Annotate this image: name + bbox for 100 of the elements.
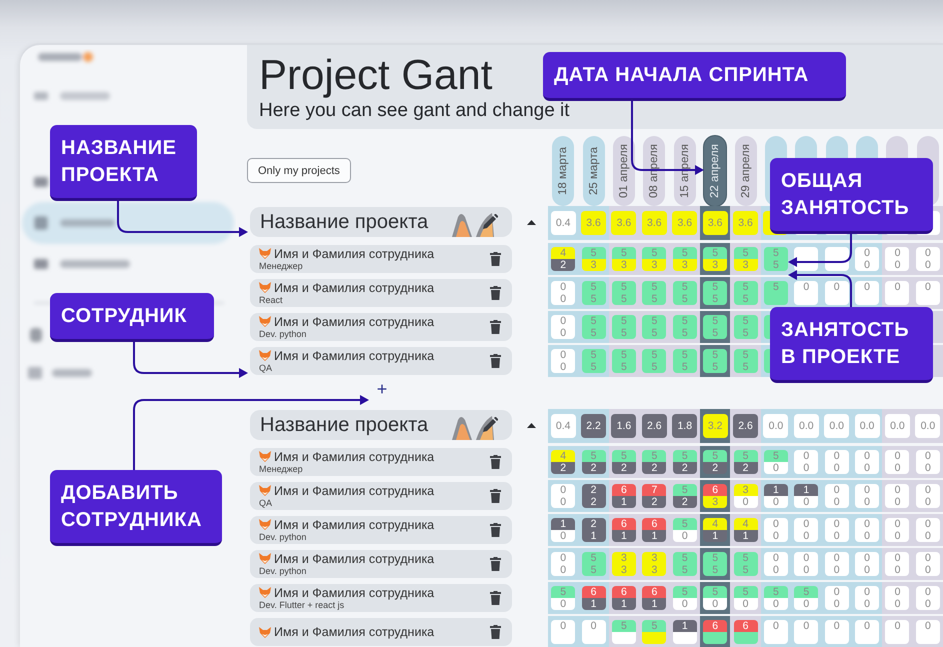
total-load-value: 0 [855, 552, 880, 564]
pencil-icon[interactable] [482, 214, 498, 230]
project-load-value: 5 [642, 361, 666, 373]
project-load-value: 0 [703, 598, 728, 610]
employee-role: Менеджер [259, 464, 304, 474]
total-load-value: 0 [794, 450, 818, 462]
fox-icon [259, 519, 271, 530]
employee-card[interactable]: Имя и Фамилия сотрудника Менеджер [250, 448, 512, 476]
project-load-value: 5 [734, 361, 758, 373]
project-load-value: 0 [824, 598, 849, 610]
trash-icon[interactable] [490, 354, 501, 368]
total-load-value: 5 [612, 247, 636, 259]
total-load-value: 0 [855, 586, 880, 598]
trash-icon[interactable] [490, 489, 501, 503]
pencil-icon[interactable] [482, 417, 498, 433]
total-load-value: 0 [855, 281, 880, 293]
trash-icon[interactable] [490, 286, 501, 300]
project-load-value: 0 [824, 564, 849, 576]
total-load-value: 6 [642, 518, 666, 530]
total-load-value: 1 [764, 484, 788, 496]
collapse-caret-icon[interactable] [527, 220, 536, 225]
total-load-cell: 3.6 [702, 211, 728, 235]
project-load-value: 0 [885, 530, 910, 542]
total-load-value: 5 [734, 247, 758, 259]
add-employee-button[interactable]: + [373, 379, 391, 399]
project-load-value: 0 [916, 564, 940, 576]
project-load-value: 5 [734, 564, 758, 576]
project-load-value: 2 [582, 462, 606, 474]
project-load-value: 0 [734, 598, 758, 610]
total-load-value: 4 [551, 247, 576, 259]
employee-role: QA [259, 498, 274, 508]
employee-card[interactable]: Имя и Фамилия сотрудника [250, 618, 512, 646]
project-load-value: 5 [734, 327, 758, 339]
total-load-value: 0 [855, 620, 880, 632]
fox-icon [259, 248, 271, 259]
date-header: 01 апреля [612, 136, 635, 206]
trash-icon[interactable] [490, 455, 501, 469]
project-load-value: 0 [551, 564, 576, 576]
employee-card[interactable]: Имя и Фамилия сотрудника Dev. python [250, 550, 512, 578]
total-load-value: 0 [885, 552, 910, 564]
employee-name: Имя и Фамилия сотрудника [274, 450, 434, 464]
employee-name: Имя и Фамилия сотрудника [274, 484, 434, 498]
project-name-card[interactable]: Название проекта [250, 410, 512, 440]
total-load-value: 2 [582, 484, 606, 496]
date-header: 29 апреля [734, 136, 757, 206]
trash-icon[interactable] [490, 252, 501, 266]
project-load-value: 0 [855, 530, 880, 542]
employee-card[interactable]: Имя и Фамилия сотрудника Dev. Flutter + react js [250, 584, 512, 612]
project-load-value: 5 [582, 564, 606, 576]
total-load-value: 6 [612, 518, 636, 530]
employee-card[interactable]: Имя и Фамилия сотрудника Менеджер [250, 245, 512, 273]
employee-card[interactable]: Имя и Фамилия сотрудника QA [250, 482, 512, 510]
employee-card[interactable]: Имя и Фамилия сотрудника Dev. python [250, 516, 512, 544]
total-load-value: 5 [612, 620, 636, 632]
employee-role: Менеджер [259, 260, 304, 272]
total-load-value: 7 [642, 484, 666, 496]
employee-name: Имя и Фамилия сотрудника [274, 280, 434, 294]
trash-icon[interactable] [490, 320, 501, 334]
date-header: 08 апреля [643, 136, 666, 206]
employee-card[interactable]: Имя и Фамилия сотрудника QA [250, 347, 512, 375]
employee-role: Dev. python [259, 328, 308, 340]
employee-card[interactable]: Имя и Фамилия сотрудника React [250, 279, 512, 307]
total-load-value: 6 [612, 484, 636, 496]
total-load-value: 6 [612, 586, 636, 598]
project-load-value: 0 [885, 496, 910, 508]
total-load-value: 1 [551, 518, 576, 530]
callout-label: СОТРУДНИК [50, 293, 214, 342]
employee-card[interactable]: Имя и Фамилия сотрудника Dev. python [250, 313, 512, 341]
project-load-value: 3 [703, 259, 728, 271]
project-load-value: 2 [642, 462, 666, 474]
total-load-value: 0 [551, 620, 576, 632]
project-load-value: 0 [916, 530, 940, 542]
trash-icon[interactable] [490, 591, 501, 605]
project-name-card[interactable]: Название проекта [250, 207, 512, 237]
trash-icon[interactable] [490, 625, 501, 639]
total-load-value: 0 [916, 484, 940, 496]
total-load-cell: 0.4 [550, 414, 576, 438]
project-load-value: 0 [855, 598, 880, 610]
fox-icon [259, 451, 271, 462]
project-load-value: 0 [824, 496, 849, 508]
total-load-value: 5 [612, 281, 636, 293]
total-load-value: 0 [551, 552, 576, 564]
collapse-caret-icon[interactable] [527, 423, 536, 428]
project-load-value: 5 [703, 361, 728, 373]
project-load-value: 3 [612, 564, 636, 576]
project-load-value: 0 [885, 598, 910, 610]
project-load-value: 0 [855, 259, 880, 271]
employee-role: React [259, 294, 284, 306]
fox-icon [259, 350, 271, 361]
employee-role: Dev. python [259, 532, 308, 542]
employee-role: Dev. python [259, 566, 308, 576]
trash-icon[interactable] [490, 523, 501, 537]
total-load-value: 5 [642, 281, 666, 293]
total-load-value: 0 [794, 281, 818, 293]
total-load-value: 0 [855, 450, 880, 462]
total-load-value: 5 [672, 349, 697, 361]
trash-icon[interactable] [490, 557, 501, 571]
project-load-value: 0 [764, 496, 788, 508]
only-my-projects-button[interactable]: Only my projects [247, 158, 351, 183]
total-load-value: 5 [672, 281, 697, 293]
